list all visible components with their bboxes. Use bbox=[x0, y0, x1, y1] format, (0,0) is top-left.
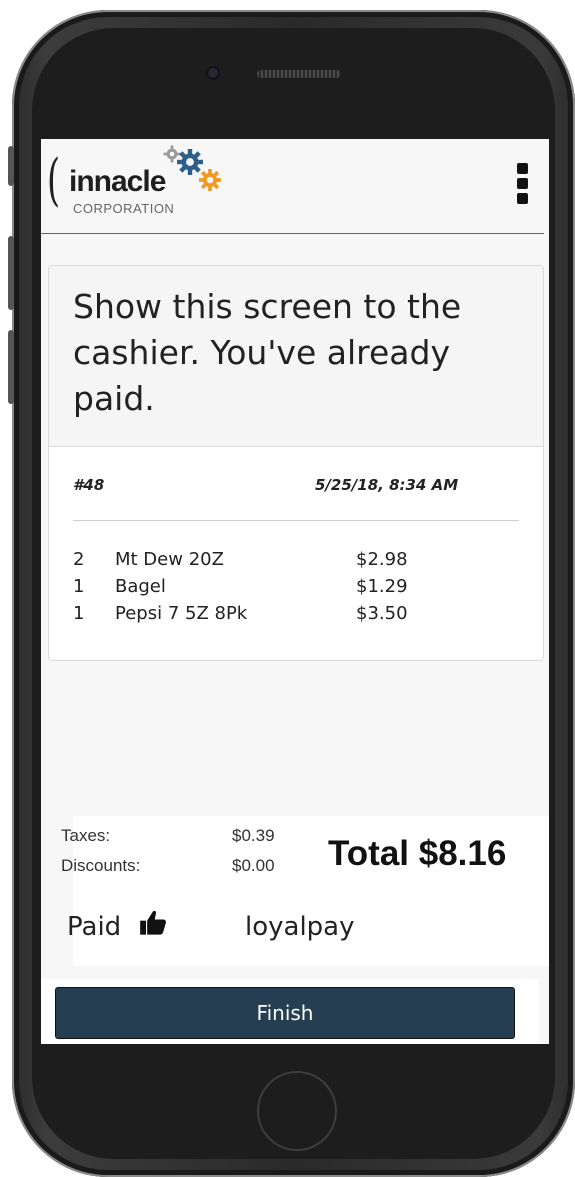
item-price: $3.50 bbox=[356, 603, 408, 624]
mute-switch bbox=[8, 146, 14, 186]
item-qty: 1 bbox=[73, 576, 85, 597]
menu-button[interactable] bbox=[517, 163, 529, 205]
home-button[interactable] bbox=[257, 1071, 337, 1151]
item-qty: 2 bbox=[73, 549, 85, 570]
taxes-label: Taxes: bbox=[61, 826, 111, 845]
discounts-value: $0.00 bbox=[232, 856, 275, 875]
logo-paren: ( bbox=[47, 148, 61, 213]
order-datetime: 5/25/18, 8:34 AM bbox=[315, 476, 459, 494]
item-price: $1.29 bbox=[356, 576, 408, 597]
logo-subtitle: CORPORATION bbox=[73, 201, 175, 216]
line-item: 1 Pepsi 7 5Z 8Pk $3.50 bbox=[73, 600, 473, 627]
item-qty: 1 bbox=[73, 603, 85, 624]
item-name: Bagel bbox=[115, 576, 166, 597]
thumbs-up-icon bbox=[140, 910, 166, 935]
finish-button[interactable]: Finish bbox=[55, 987, 515, 1039]
logo-wordmark: innacle bbox=[69, 165, 166, 198]
payment-summary: Taxes: $0.39 Discounts: $0.00 Total $8.1… bbox=[61, 816, 549, 966]
payment-method: loyalpay bbox=[245, 912, 355, 942]
order-total: Total $8.16 bbox=[328, 834, 507, 873]
line-item: 1 Bagel $1.29 bbox=[73, 573, 473, 600]
line-items: 2 Mt Dew 20Z $2.98 1 Bagel $1.29 1 Pepsi… bbox=[73, 546, 473, 627]
taxes-value: $0.39 bbox=[232, 826, 275, 845]
receipt-card: Show this screen to the cashier. You've … bbox=[48, 265, 544, 661]
order-number: #48 bbox=[73, 476, 105, 494]
kebab-menu-icon bbox=[517, 193, 528, 204]
divider bbox=[73, 520, 519, 521]
item-name: Mt Dew 20Z bbox=[115, 549, 224, 570]
item-price: $2.98 bbox=[356, 549, 408, 570]
kebab-menu-icon bbox=[517, 178, 528, 189]
volume-down-button bbox=[8, 330, 14, 404]
line-item: 2 Mt Dew 20Z $2.98 bbox=[73, 546, 473, 573]
earpiece-speaker bbox=[257, 70, 341, 78]
discounts-label: Discounts: bbox=[61, 856, 141, 875]
gear-icon bbox=[199, 169, 221, 191]
app-header: ( innacle CORPORATION bbox=[41, 139, 544, 234]
front-camera bbox=[208, 68, 218, 78]
kebab-menu-icon bbox=[517, 163, 528, 174]
receipt-message: Show this screen to the cashier. You've … bbox=[73, 287, 462, 418]
pinnacle-logo[interactable]: ( innacle CORPORATION bbox=[47, 145, 247, 225]
app-screen: ( innacle CORPORATION Show this screen t… bbox=[41, 139, 549, 1044]
volume-up-button bbox=[8, 236, 14, 310]
item-name: Pepsi 7 5Z 8Pk bbox=[115, 603, 248, 624]
paid-label: Paid bbox=[67, 912, 122, 942]
